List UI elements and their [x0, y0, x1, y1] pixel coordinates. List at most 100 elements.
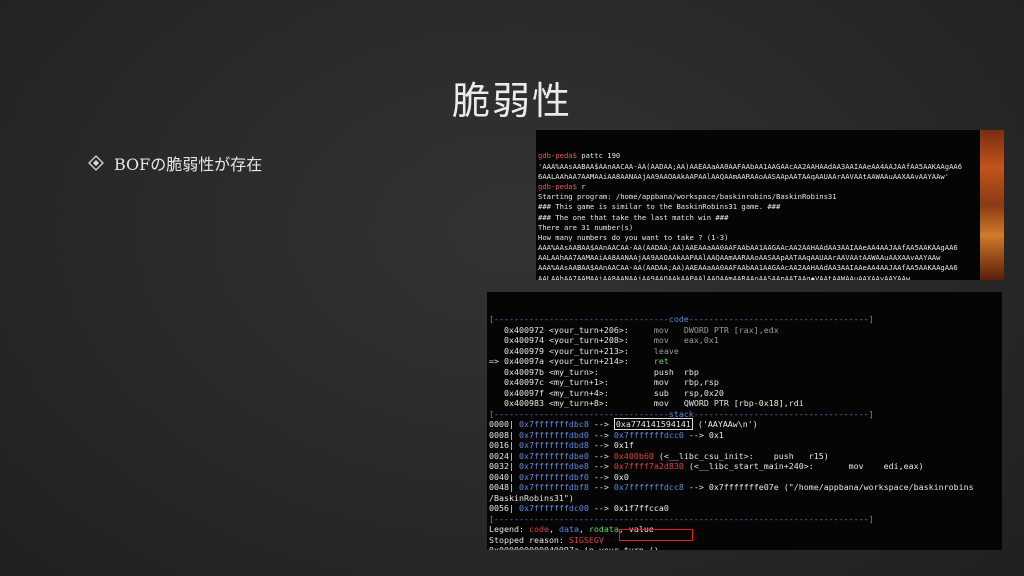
stack-arrow: -->	[588, 429, 614, 440]
stack-arrow: -->	[588, 461, 614, 471]
terminal-text: ### The one that take the last match win…	[538, 212, 729, 222]
stack-value: 0xa774141594141	[613, 418, 693, 430]
bullet-text: BOFの脆弱性が存在	[114, 155, 263, 174]
stack-address: 0x7fffffffdbf0	[518, 471, 589, 482]
legend-line: Legend: code, data, rodata, value	[489, 524, 1002, 535]
gdb-prompt: gdb-peda$	[538, 151, 577, 161]
gdb-terminal-screenshot-1: gdb-peda$ pattc 190 'AAA%AAsAABAA$AAnAACA…	[536, 130, 980, 280]
legend-code: code	[528, 524, 549, 534]
stack-offset: 0016|	[489, 440, 519, 450]
stack-continuation: /BaskinRobins31")	[489, 492, 574, 503]
stack-address: 0x7fffffffdbe0	[518, 450, 589, 461]
stack-separator: [-----------------------------------stac…	[489, 408, 874, 419]
code-line: 0x40097f <my_turn+4>: sub rsp,0x20	[489, 388, 1002, 399]
arrow	[489, 388, 504, 398]
terminal-line: AAA%AAsAABAA$AAnAACAA-AA(AADAA;AA)AAEAAa…	[538, 263, 980, 273]
code-symbol: <my_turn+1>:	[548, 377, 654, 387]
operands: rsp,0x20	[683, 387, 724, 398]
stack-offset: 0056|	[489, 503, 519, 513]
stopped-reason-line: Stopped reason: SIGSEGV	[489, 535, 1002, 546]
code-line: 0x400983 <my_turn+8>: mov QWORD PTR [rbp…	[489, 398, 1002, 409]
terminal-line: There are 31 number(s)	[538, 223, 980, 233]
stopped-reason: SIGSEGV	[568, 534, 604, 545]
stack-detail: --> 0x1	[683, 429, 724, 440]
slide-title: 脆弱性	[451, 79, 572, 123]
stack-arrow: -->	[588, 419, 614, 429]
stack-address: 0x7fffffffdbd0	[518, 429, 589, 440]
terminal-line: ### This game is similar to the BaskinRo…	[538, 202, 980, 212]
stack-line: /BaskinRobins31")	[489, 493, 1002, 504]
stack-offset: 0048|	[489, 482, 519, 492]
code-symbol: <my_turn+4>:	[548, 387, 654, 398]
code-address: 0x40097c	[504, 377, 549, 387]
terminal-text: AAA%AAsAABAA$AAnAACAA-AA(AADAA;AA)AAEAAa…	[538, 263, 958, 273]
stack-line: 0024| 0x7fffffffdbe0 --> 0x400b60 (<__li…	[489, 451, 1002, 462]
stack-offset: 0024|	[489, 450, 519, 461]
terminal-line: gdb-peda$ r	[538, 182, 980, 192]
mnemonic: push	[653, 366, 684, 377]
stack-line: 0008| 0x7fffffffdbd0 --> 0x7fffffffdcc0 …	[489, 430, 1002, 441]
mnemonic: mov	[653, 398, 684, 408]
terminal-text: How many numbers do you want to take ? (…	[538, 232, 729, 242]
legend-data: data	[558, 524, 579, 534]
stack-detail: (<__libc_csu_init>: push r15)	[653, 450, 829, 461]
operands: rbp	[683, 366, 699, 377]
mnemonic: mov	[653, 324, 684, 335]
code-separator: [-----------------------------------code…	[489, 314, 874, 324]
gdb-prompt: gdb-peda$	[538, 181, 577, 191]
legend-rodata: rodata	[588, 524, 619, 534]
stack-address: 0x7fffffffdbe8	[518, 461, 589, 471]
code-address: 0x40097b	[504, 366, 549, 377]
code-symbol: <your_turn+213>:	[548, 345, 654, 356]
stack-value: 0x7fffffffdcc0	[613, 429, 684, 440]
stack-offset: 0040|	[489, 471, 519, 482]
code-address: 0x400974	[504, 335, 549, 345]
arrow	[489, 335, 504, 345]
stack-value: 0x1f7ffcca0	[613, 503, 669, 513]
operands: QWORD PTR [rbp-0x18],rdi	[683, 398, 804, 408]
bullet-item: BOFの脆弱性が存在	[88, 151, 262, 175]
stack-arrow: -->	[588, 471, 614, 482]
code-line: 0x400979 <your_turn+213>: leave	[489, 346, 1002, 357]
stack-address: 0x7fffffffdbd8	[518, 440, 589, 450]
code-line: => 0x40097a <your_turn+214>: ret	[489, 356, 1002, 367]
stack-detail: ('AAYAAw\n')	[692, 419, 758, 429]
where-line: 0x000000000040097a in your_turn ()	[489, 545, 659, 550]
stack-value: 0x1f	[613, 440, 634, 450]
stack-arrow: -->	[588, 440, 614, 450]
terminal-text: r	[576, 181, 586, 191]
stack-offset: 0032|	[489, 461, 519, 471]
stack-arrow: -->	[588, 503, 614, 513]
desktop-background-strip	[980, 130, 1004, 280]
stack-line: 0032| 0x7fffffffdbe8 --> 0x7ffff7a2d830 …	[489, 461, 1002, 472]
terminal-line: gdb-peda$ pattc 190	[538, 151, 980, 161]
stack-value: 0x0	[613, 471, 629, 482]
terminal-line: Starting program: /home/appbana/workspac…	[538, 192, 980, 202]
mnemonic: leave	[653, 345, 684, 356]
operands: rbp,rsp	[683, 377, 719, 387]
legend-prefix: Legend:	[489, 524, 529, 534]
code-address: 0x400972	[504, 324, 549, 335]
arrow	[489, 346, 504, 356]
stack-line: 0016| 0x7fffffffdbd8 --> 0x1f	[489, 440, 1002, 451]
arrow	[489, 377, 504, 387]
arrow	[489, 325, 504, 335]
stack-value: 0x7ffff7a2d830	[613, 461, 684, 471]
terminal-line: 6AALAAhAA7AAMAAiAA8AANAAjAA9AAOAAkAAPAAl…	[538, 172, 980, 182]
terminal-text: AAA%AAsAABAA$AAnAACAA-AA(AADAA;AA)AAEAAa…	[538, 243, 958, 253]
mnemonic: ret	[653, 356, 684, 366]
terminal-text: AALAAhAA7AAMAAiAA8AANAAjAA9AAOAAkAAPAAlA…	[538, 273, 911, 280]
legend-sep: ,	[548, 524, 559, 534]
terminal-text: 'AAA%AAsAABAA$AAnAACAA-AA(AADAA;AA)AAEAA…	[538, 161, 963, 171]
code-symbol: <my_turn>:	[548, 366, 654, 377]
arrow: =>	[489, 356, 504, 366]
stack-value: 0x7fffffffdcc8	[613, 482, 684, 492]
terminal-text: AALAAhAA7AAMAAiAA8AANAAjAA9AAOAAkAAPAAlA…	[538, 253, 941, 263]
terminal-line: 'AAA%AAsAABAA$AAnAACAA-AA(AADAA;AA)AAEAA…	[538, 162, 980, 172]
code-line: 0x400972 <your_turn+206>: mov DWORD PTR …	[489, 325, 1002, 336]
terminal-line: ### The one that take the last match win…	[538, 213, 980, 223]
mnemonic: sub	[653, 387, 684, 398]
offset-highlight-box	[619, 529, 693, 541]
arrow	[489, 367, 504, 377]
stack-line: 0056| 0x7fffffffdc00 --> 0x1f7ffcca0	[489, 503, 1002, 514]
